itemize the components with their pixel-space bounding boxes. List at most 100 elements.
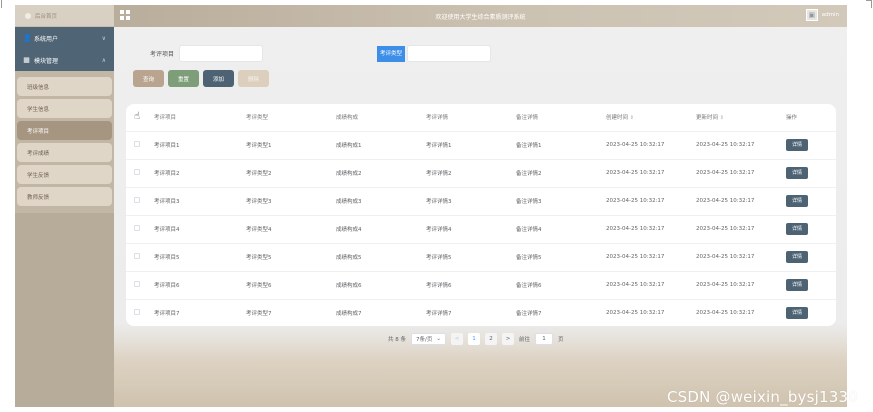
table-cell: 考评项目1	[154, 131, 246, 160]
user-menu[interactable]: ▣ admin	[805, 9, 839, 21]
table-cell: 成绩构成2	[336, 159, 426, 188]
sort-icon[interactable]: ⇕	[720, 115, 724, 121]
reset-button[interactable]: 重置	[168, 70, 199, 87]
menu-group-label: 模块管理	[34, 57, 59, 65]
sidebar-item-evaluation-score[interactable]: 考评成绩	[17, 143, 112, 162]
table-row[interactable]: 考评项目1 考评类型1 成绩构成1 考评详情1 备注详情1 2023-04-25 10:3…	[126, 131, 836, 160]
table-cell: 成绩构成5	[336, 243, 426, 272]
table-cell: 2023-04-25 10:32:17	[606, 131, 696, 160]
menu-group-system-users[interactable]: 👤 系统用户 ∨	[15, 27, 114, 49]
chevron-down-icon: ⌄	[436, 336, 441, 342]
column-header-sortable[interactable]: 更新时间 ⇕	[696, 104, 786, 132]
detail-button[interactable]: 详情	[786, 195, 808, 207]
table-cell: 备注详情2	[516, 159, 606, 188]
actions-cell: 详情	[786, 299, 836, 326]
column-header-sortable[interactable]: 创建时间 ⇕	[606, 104, 696, 132]
detail-button[interactable]: 详情	[786, 307, 808, 319]
table-cell: 2023-04-25 10:32:17	[696, 131, 786, 160]
delete-button[interactable]: 删除	[238, 70, 269, 87]
table-cell: 成绩构成1	[336, 131, 426, 160]
sidebar: 后台首页 👤 系统用户 ∨ ▦ 模块管理 ∧ 班级信息 学生信息 考评项目 考评…	[15, 5, 114, 407]
frame-edge-right	[871, 0, 872, 8]
table-cell: 2023-04-25 10:32:17	[696, 299, 786, 326]
row-select-cell	[126, 215, 154, 244]
table-cell: 考评类型2	[246, 159, 336, 188]
sidebar-item-evaluation-project[interactable]: 考评项目	[17, 121, 112, 140]
menu-group-module-management[interactable]: ▦ 模块管理 ∧	[15, 49, 114, 71]
row-select-cell	[126, 299, 154, 326]
type-filter-input[interactable]	[407, 45, 492, 62]
frame-edge-top	[866, 0, 872, 1]
home-icon	[25, 12, 31, 19]
detail-button[interactable]: 详情	[786, 223, 808, 235]
table-cell: 考评项目7	[154, 299, 246, 326]
goto-page-input[interactable]: 1	[535, 333, 554, 345]
header-title: 欢迎使用大学生综合素质测评系统	[435, 13, 526, 21]
row-checkbox[interactable]	[134, 309, 140, 315]
watermark: CSDN @weixin_bysj1330	[666, 388, 858, 406]
row-checkbox[interactable]	[134, 225, 140, 231]
table-cell: 考评详情7	[426, 299, 516, 326]
type-filter-label: 考评类型	[377, 45, 406, 62]
detail-button[interactable]: 详情	[786, 251, 808, 263]
column-header: 成绩构成	[336, 104, 426, 132]
table-cell: 考评详情1	[426, 131, 516, 160]
page-size-value: 7条/页	[416, 337, 433, 343]
detail-button[interactable]: 详情	[786, 167, 808, 179]
table-cell: 考评详情2	[426, 159, 516, 188]
table-cell: 备注详情1	[516, 131, 606, 160]
table-row[interactable]: 考评项目5 考评类型5 成绩构成5 考评详情5 备注详情5 2023-04-25 10:3…	[126, 243, 836, 272]
detail-button[interactable]: 详情	[786, 279, 808, 291]
sidebar-item-teacher-feedback[interactable]: 教师反馈	[17, 187, 112, 206]
sidebar-home-link[interactable]: 后台首页	[15, 5, 114, 27]
column-header: 考评详情	[426, 104, 516, 132]
item-filter-input[interactable]	[179, 45, 264, 62]
column-header-label: 更新时间	[696, 115, 719, 122]
table-row[interactable]: 考评项目7 考评类型7 成绩构成7 考评详情7 备注详情7 2023-04-25 10:3…	[126, 299, 836, 326]
search-button[interactable]: 查询	[133, 70, 164, 87]
table-cell: 考评类型6	[246, 271, 336, 300]
sidebar-item-student-info[interactable]: 学生信息	[17, 99, 112, 118]
table-cell: 成绩构成3	[336, 187, 426, 216]
table-cell: 2023-04-25 10:32:17	[606, 271, 696, 300]
next-page-button[interactable]: >	[502, 333, 514, 345]
row-select-cell	[126, 271, 154, 300]
menu-toggle-icon[interactable]	[120, 10, 130, 20]
table-cell: 考评项目5	[154, 243, 246, 272]
row-checkbox[interactable]	[134, 253, 140, 259]
row-checkbox[interactable]	[134, 281, 140, 287]
page-button-2[interactable]: 2	[485, 333, 497, 345]
row-checkbox[interactable]	[134, 141, 140, 147]
table-row[interactable]: 考评项目6 考评类型6 成绩构成6 考评详情6 备注详情6 2023-04-25 10:3…	[126, 271, 836, 300]
sidebar-item-class-info[interactable]: 班级信息	[17, 77, 112, 96]
table-cell: 2023-04-25 10:32:17	[606, 187, 696, 216]
prev-page-button[interactable]: <	[451, 333, 463, 345]
table-header-row: ☝ 考评项目 考评类型 成绩构成 考评详情 备注详情 创建时间 ⇕ 更新时间 ⇕…	[126, 104, 836, 132]
detail-button[interactable]: 详情	[786, 139, 808, 151]
page-button-1[interactable]: 1	[468, 333, 480, 345]
row-checkbox[interactable]	[134, 197, 140, 203]
table-row[interactable]: 考评项目3 考评类型3 成绩构成3 考评详情3 备注详情3 2023-04-25 10:3…	[126, 187, 836, 216]
sort-icon[interactable]: ⇕	[630, 115, 634, 121]
column-header: 备注详情	[516, 104, 606, 132]
table-cell: 考评类型5	[246, 243, 336, 272]
row-select-cell	[126, 187, 154, 216]
goto-label: 前往	[519, 337, 531, 343]
menu-group-label: 系统用户	[34, 35, 59, 43]
chevron-down-icon: ∨	[101, 34, 106, 42]
row-checkbox[interactable]	[134, 169, 140, 175]
sidebar-item-student-feedback[interactable]: 学生反馈	[17, 165, 112, 184]
frame-edge-left	[1, 0, 2, 8]
table-row[interactable]: 考评项目2 考评类型2 成绩构成2 考评详情2 备注详情2 2023-04-25 10:3…	[126, 159, 836, 188]
add-button[interactable]: 添加	[203, 70, 234, 87]
sidebar-home-label: 后台首页	[35, 13, 58, 20]
row-select-cell	[126, 243, 154, 272]
toolbar: 查询 重置 添加 删除	[133, 70, 269, 87]
table-cell: 考评项目2	[154, 159, 246, 188]
table-cell: 成绩构成6	[336, 271, 426, 300]
table-row[interactable]: 考评项目4 考评类型4 成绩构成4 考评详情4 备注详情4 2023-04-25 10:3…	[126, 215, 836, 244]
table-cell: 考评项目6	[154, 271, 246, 300]
page-size-select[interactable]: 7条/页 ⌄	[411, 333, 446, 345]
table-cell: 考评类型7	[246, 299, 336, 326]
select-all-cell[interactable]: ☝	[126, 104, 154, 132]
